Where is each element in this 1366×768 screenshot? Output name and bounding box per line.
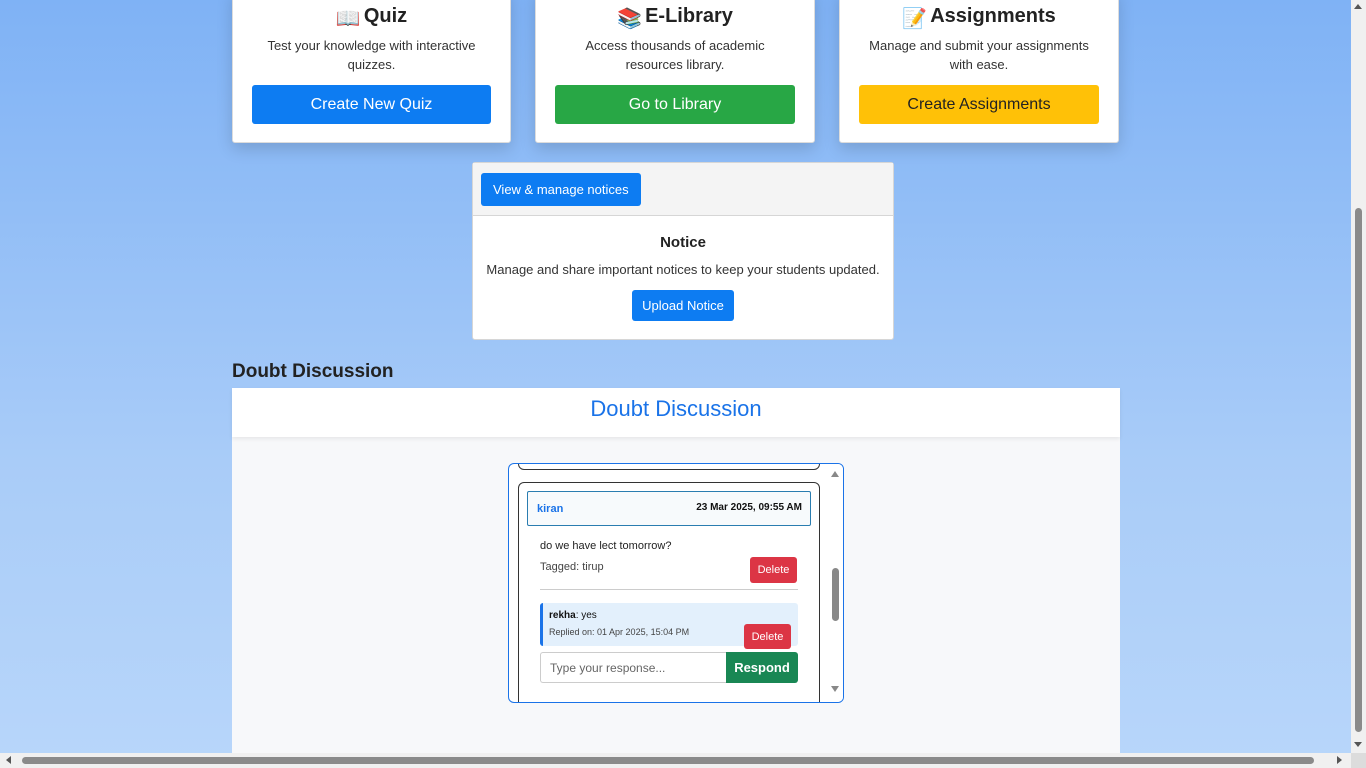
elibrary-card-title: 📚 E-Library [536,5,814,30]
scroll-down-arrow-icon[interactable] [831,686,839,692]
doubt-discussion-heading: Doubt Discussion [232,361,394,382]
post-divider [540,589,798,590]
doubt-discussion-banner: Doubt Discussion [232,388,1120,437]
assignments-description: Manage and submit your assignments with … [869,38,1089,72]
post-tag: Tagged: tirup [540,561,604,573]
elibrary-title-text: E-Library [645,5,733,27]
scroll-right-arrow-icon[interactable] [1337,756,1342,764]
assignments-card: 📝 Assignments Manage and submit your ass… [839,0,1119,143]
post-author: kiran [537,503,564,515]
elibrary-description: Access thousands of academic resources l… [585,38,765,72]
page: 📖 Quiz Test your knowledge with interact… [0,0,1351,753]
open-book-icon: 📖 [335,7,361,30]
scroll-up-arrow-icon[interactable] [1354,4,1362,9]
delete-post-button[interactable]: Delete [750,557,797,583]
notice-card: View & manage notices Notice Manage and … [472,162,894,340]
page-horizontal-scrollbar[interactable] [0,753,1366,768]
reply-line: rekha: yes [549,610,597,621]
thread-scrollbar[interactable] [828,464,843,702]
scroll-left-arrow-icon[interactable] [6,756,11,764]
delete-reply-button[interactable]: Delete [744,624,791,649]
notice-title: Notice [660,234,706,251]
post-header: kiran 23 Mar 2025, 09:55 AM [527,491,811,526]
post-question: do we have lect tomorrow? [540,540,672,552]
quiz-card-title: 📖 Quiz [233,5,510,30]
page-vertical-scrollbar[interactable] [1351,0,1366,753]
page-vertical-scrollbar-thumb[interactable] [1355,208,1362,732]
thread-scrollbar-thumb[interactable] [832,568,839,621]
create-assignments-button[interactable]: Create Assignments [859,85,1099,124]
scroll-down-arrow-icon[interactable] [1354,742,1362,747]
reply-timestamp: Replied on: 01 Apr 2025, 15:04 PM [549,627,690,637]
go-to-library-button[interactable]: Go to Library [555,85,795,124]
elibrary-card: 📚 E-Library Access thousands of academic… [535,0,815,143]
respond-button[interactable]: Respond [726,652,798,683]
reply-author: rekha [549,610,576,621]
scrollbar-corner [1351,753,1366,768]
memo-icon: 📝 [902,7,928,30]
assignments-card-title: 📝 Assignments [840,5,1118,30]
notice-card-header: View & manage notices [473,163,893,216]
scroll-up-arrow-icon[interactable] [831,471,839,477]
previous-post-edge [518,464,820,470]
upload-notice-button[interactable]: Upload Notice [632,290,734,321]
quiz-title-text: Quiz [363,5,408,27]
response-form: Respond [540,652,798,683]
assignments-title-text: Assignments [930,5,1056,27]
quiz-description: Test your knowledge with interactive qui… [267,38,476,72]
doubt-post: kiran 23 Mar 2025, 09:55 AM do we have l… [518,482,820,702]
notice-description: Manage and share important notices to ke… [486,262,880,277]
quiz-card: 📖 Quiz Test your knowledge with interact… [232,0,511,143]
reply-text: : yes [575,610,597,621]
books-stack-icon: 📚 [617,7,642,30]
response-input[interactable] [540,652,726,683]
view-manage-notices-button[interactable]: View & manage notices [481,173,641,206]
create-new-quiz-button[interactable]: Create New Quiz [252,85,491,124]
post-timestamp: 23 Mar 2025, 09:55 AM [696,502,802,513]
doubt-thread-container[interactable]: kiran 23 Mar 2025, 09:55 AM do we have l… [508,463,844,703]
page-horizontal-scrollbar-thumb[interactable] [22,757,1314,764]
doubt-discussion-panel: Doubt Discussion kiran 23 Mar 2025, 09:5… [232,388,1120,753]
